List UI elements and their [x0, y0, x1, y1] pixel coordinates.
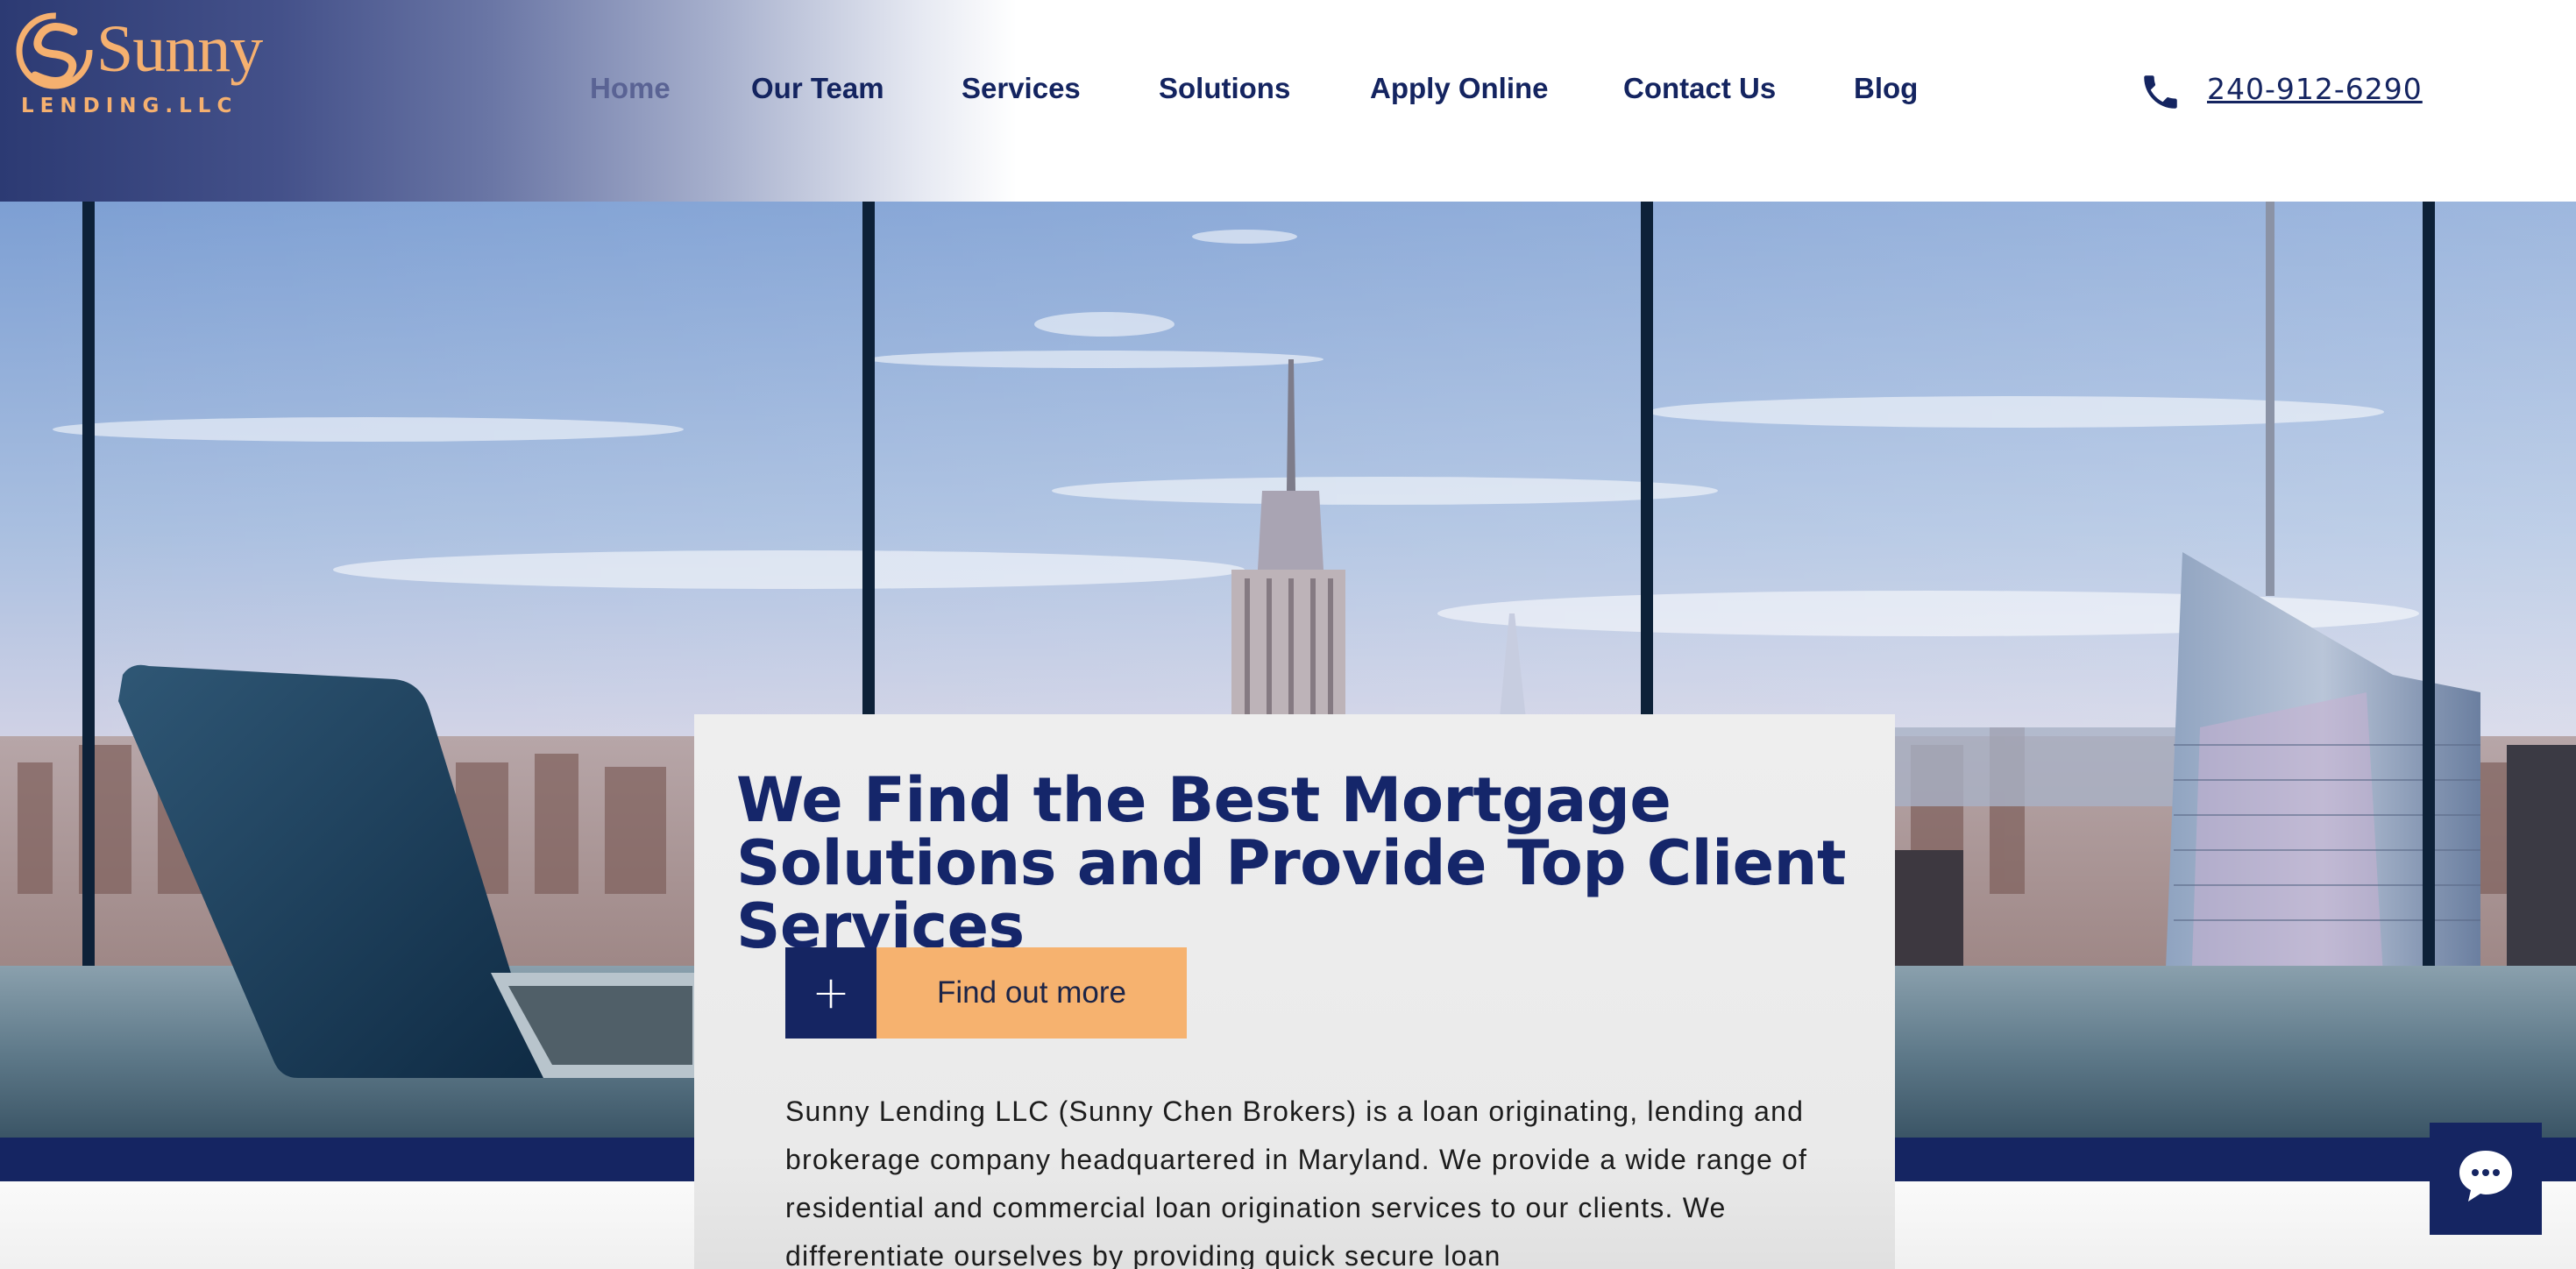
- chat-button[interactable]: [2430, 1123, 2542, 1235]
- nav-item-our-team[interactable]: Our Team: [751, 72, 884, 105]
- chat-bubble-icon: [2459, 1151, 2512, 1202]
- nav-item-services[interactable]: Services: [962, 72, 1081, 105]
- nav-item-contact-us[interactable]: Contact Us: [1623, 72, 1776, 105]
- nav-item-home[interactable]: Home: [590, 72, 671, 105]
- nav-item-apply-online[interactable]: Apply Online: [1370, 72, 1549, 105]
- find-out-more-button[interactable]: + Find out more: [785, 947, 1187, 1039]
- nav-item-solutions[interactable]: Solutions: [1159, 72, 1290, 105]
- site-header: Sunny LENDING.LLC Home Our Team Services…: [0, 0, 2576, 202]
- hero-description: Sunny Lending LLC (Sunny Chen Brokers) i…: [785, 1095, 1808, 1269]
- find-out-more-label: Find out more: [876, 947, 1187, 1039]
- phone-icon: [2144, 75, 2177, 109]
- hero-title: We Find the Best Mortgage Solutions and …: [736, 764, 1846, 962]
- hero-card: We Find the Best Mortgage Solutions and …: [694, 714, 1895, 1269]
- nav-item-blog[interactable]: Blog: [1854, 72, 1918, 105]
- main-nav: Home Our Team Services Solutions Apply O…: [0, 72, 2016, 114]
- phone-number-link[interactable]: 240-912-6290: [2207, 72, 2423, 106]
- plus-icon: +: [785, 947, 876, 1039]
- page: Sunny LENDING.LLC Home Our Team Services…: [0, 0, 2576, 1269]
